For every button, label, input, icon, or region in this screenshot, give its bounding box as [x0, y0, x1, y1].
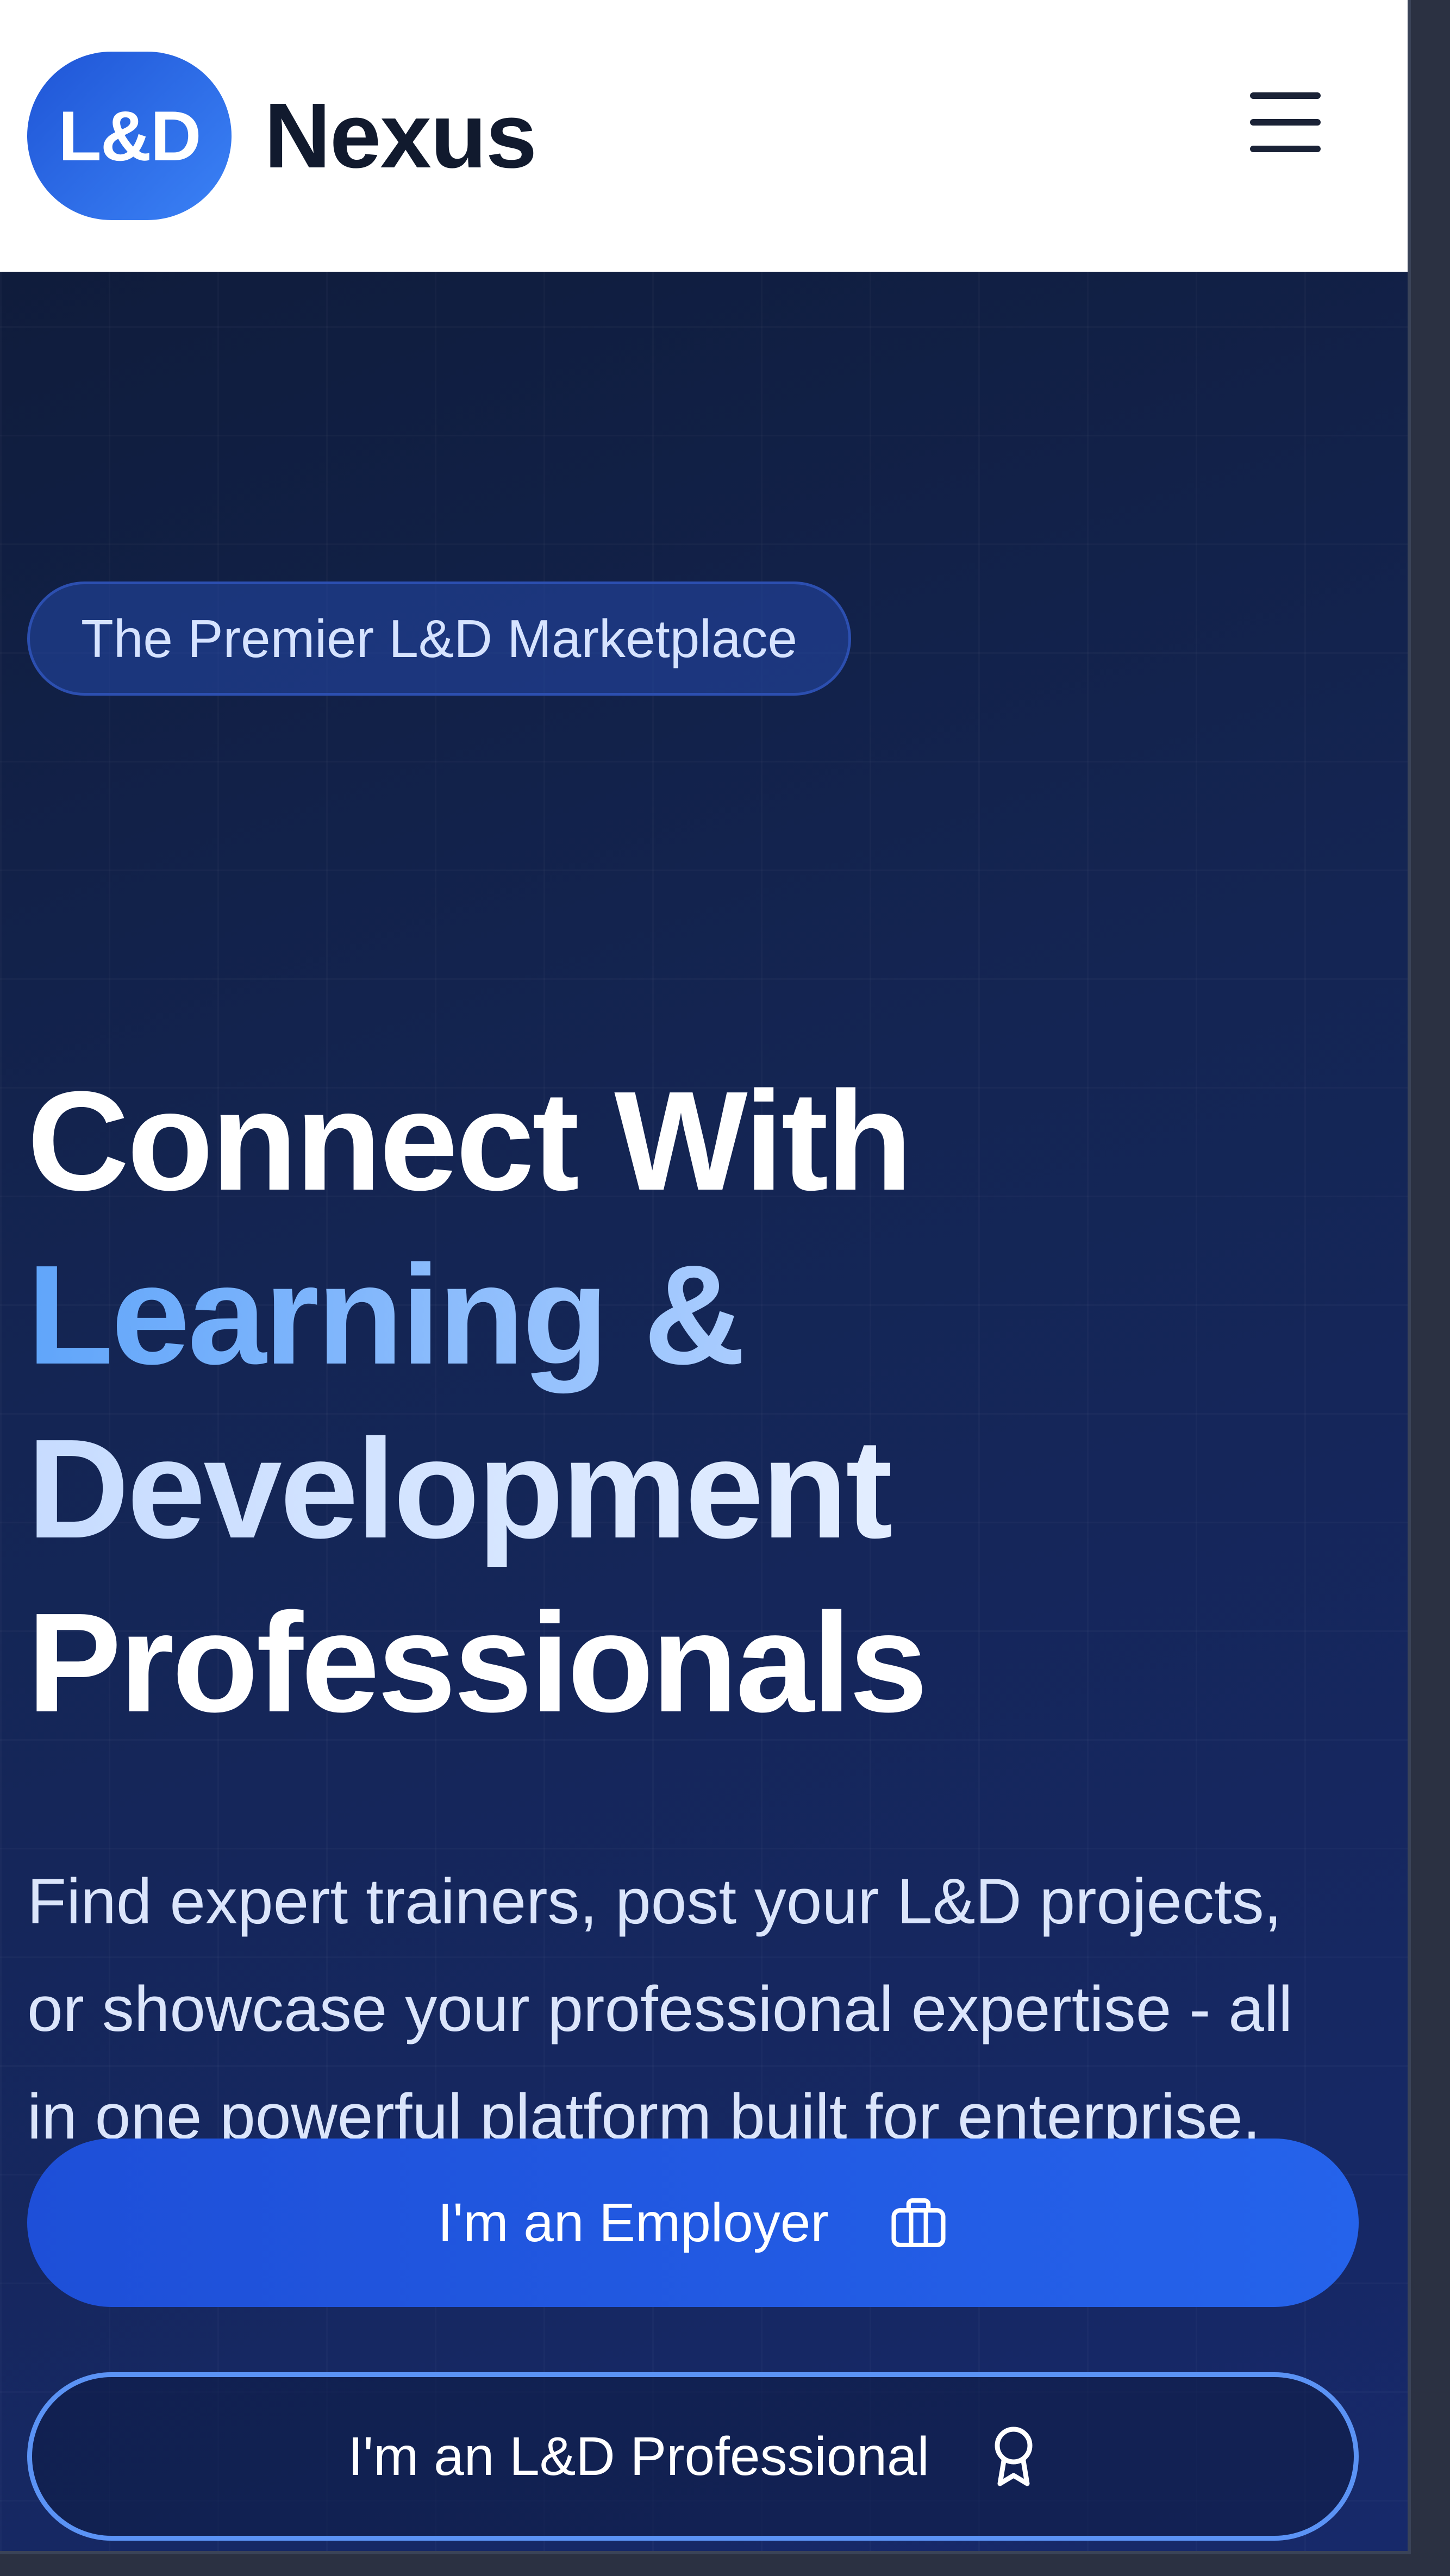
briefcase-icon — [889, 2196, 948, 2250]
ld-professional-button-label: I'm an L&D Professional — [348, 2425, 929, 2487]
logo-badge[interactable]: L&D — [27, 52, 232, 220]
menu-bar — [1250, 146, 1321, 152]
award-ribbon-icon — [989, 2424, 1038, 2489]
ld-professional-button[interactable]: I'm an L&D Professional — [27, 2372, 1359, 2541]
headline-line-1: Connect With — [27, 1062, 912, 1220]
employer-button[interactable]: I'm an Employer — [27, 2139, 1359, 2307]
page-viewport: L&D Nexus The Premier L&D Marketplace Co… — [0, 0, 1411, 2554]
menu-bar — [1250, 92, 1321, 99]
headline-line-2: Learning & — [27, 1228, 926, 1402]
hero-headline: Connect With Learning & Development Prof… — [27, 1054, 928, 1750]
logo-text: L&D — [58, 96, 201, 176]
employer-button-label: I'm an Employer — [438, 2192, 829, 2253]
marketplace-badge-label: The Premier L&D Marketplace — [80, 608, 798, 668]
marketplace-badge: The Premier L&D Marketplace — [27, 582, 851, 696]
menu-bar — [1250, 119, 1321, 126]
headline-line-3: Development — [27, 1402, 926, 1576]
top-header: L&D Nexus — [0, 0, 1408, 272]
brand-name[interactable]: Nexus — [264, 83, 537, 189]
hero-description: Find expert trainers, post your L&D proj… — [27, 1866, 1293, 2153]
hamburger-menu-icon[interactable] — [1250, 92, 1321, 152]
headline-line-4: Professionals — [27, 1584, 928, 1742]
